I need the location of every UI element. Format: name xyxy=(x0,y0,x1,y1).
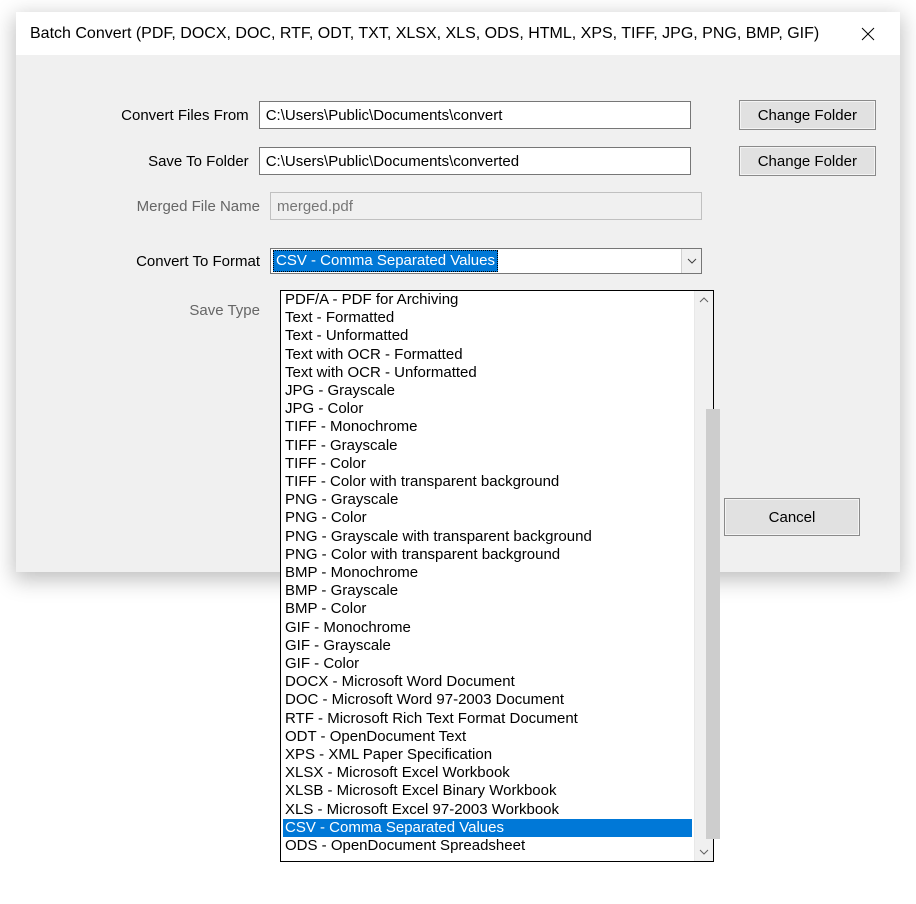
format-option[interactable]: ODT - OpenDocument Text xyxy=(283,728,692,746)
combo-selected-text: CSV - Comma Separated Values xyxy=(273,250,498,272)
format-option[interactable]: Text - Formatted xyxy=(283,309,692,327)
change-folder-to-button[interactable]: Change Folder xyxy=(739,146,876,176)
format-option[interactable]: TIFF - Grayscale xyxy=(283,437,692,455)
row-convert-format: Convert To Format CSV - Comma Separated … xyxy=(40,248,876,274)
input-save-to[interactable] xyxy=(259,147,691,175)
format-option[interactable]: PNG - Grayscale xyxy=(283,491,692,509)
combo-convert-format[interactable]: CSV - Comma Separated Values xyxy=(270,248,702,274)
titlebar: Batch Convert (PDF, DOCX, DOC, RTF, ODT,… xyxy=(16,12,900,56)
label-save-type: Save Type xyxy=(40,302,270,319)
format-option[interactable]: CSV - Comma Separated Values xyxy=(283,819,692,837)
format-option[interactable]: JPG - Color xyxy=(283,400,692,418)
format-dropdown[interactable]: PDF/A - PDF for ArchivingText - Formatte… xyxy=(280,290,714,862)
format-option[interactable]: XLSX - Microsoft Excel Workbook xyxy=(283,764,692,782)
format-option[interactable]: GIF - Color xyxy=(283,655,692,673)
format-option[interactable]: BMP - Grayscale xyxy=(283,582,692,600)
input-convert-from[interactable] xyxy=(259,101,691,129)
format-option[interactable]: XLS - Microsoft Excel 97-2003 Workbook xyxy=(283,801,692,819)
combo-arrow-button[interactable] xyxy=(681,249,701,273)
close-icon xyxy=(861,27,875,41)
change-folder-from-button[interactable]: Change Folder xyxy=(739,100,876,130)
format-option[interactable]: PNG - Color with transparent background xyxy=(283,546,692,564)
label-convert-format: Convert To Format xyxy=(40,253,270,270)
label-convert-from: Convert Files From xyxy=(40,107,259,124)
scroll-up-button[interactable] xyxy=(695,291,713,309)
format-option[interactable]: TIFF - Monochrome xyxy=(283,418,692,436)
scroll-thumb[interactable] xyxy=(706,409,720,839)
format-option[interactable]: DOCX - Microsoft Word Document xyxy=(283,673,692,691)
format-option[interactable]: XPS - XML Paper Specification xyxy=(283,746,692,764)
input-merged-name xyxy=(270,192,702,220)
row-convert-from: Convert Files From Change Folder xyxy=(40,100,876,130)
format-option[interactable]: DOC - Microsoft Word 97-2003 Document xyxy=(283,691,692,709)
format-option[interactable]: Text - Unformatted xyxy=(283,327,692,345)
format-dropdown-list[interactable]: PDF/A - PDF for ArchivingText - Formatte… xyxy=(281,291,694,861)
format-option[interactable]: RTF - Microsoft Rich Text Format Documen… xyxy=(283,710,692,728)
format-option[interactable]: ODS - OpenDocument Spreadsheet xyxy=(283,837,692,855)
format-option[interactable]: TIFF - Color with transparent background xyxy=(283,473,692,491)
chevron-down-icon xyxy=(687,258,697,264)
chevron-down-icon xyxy=(699,849,709,855)
format-option[interactable]: TIFF - Color xyxy=(283,455,692,473)
format-option[interactable]: JPG - Grayscale xyxy=(283,382,692,400)
format-option[interactable]: Text with OCR - Unformatted xyxy=(283,364,692,382)
format-option[interactable]: BMP - Color xyxy=(283,600,692,618)
cancel-button[interactable]: Cancel xyxy=(724,498,860,536)
row-merged-name: Merged File Name xyxy=(40,192,876,220)
format-option[interactable]: PNG - Color xyxy=(283,509,692,527)
window-title: Batch Convert (PDF, DOCX, DOC, RTF, ODT,… xyxy=(30,25,819,43)
scroll-down-button[interactable] xyxy=(695,843,713,861)
label-save-to: Save To Folder xyxy=(40,153,259,170)
format-option[interactable]: XLSB - Microsoft Excel Binary Workbook xyxy=(283,782,692,800)
format-option[interactable]: GIF - Grayscale xyxy=(283,637,692,655)
close-button[interactable] xyxy=(848,14,888,54)
format-option[interactable]: PDF/A - PDF for Archiving xyxy=(283,291,692,309)
row-save-to: Save To Folder Change Folder xyxy=(40,146,876,176)
format-option[interactable]: PNG - Grayscale with transparent backgro… xyxy=(283,528,692,546)
format-option[interactable]: Text with OCR - Formatted xyxy=(283,346,692,364)
chevron-up-icon xyxy=(699,297,709,303)
label-merged-name: Merged File Name xyxy=(40,198,270,215)
format-option[interactable]: BMP - Monochrome xyxy=(283,564,692,582)
dropdown-scrollbar[interactable] xyxy=(694,291,713,861)
format-option[interactable]: GIF - Monochrome xyxy=(283,619,692,637)
